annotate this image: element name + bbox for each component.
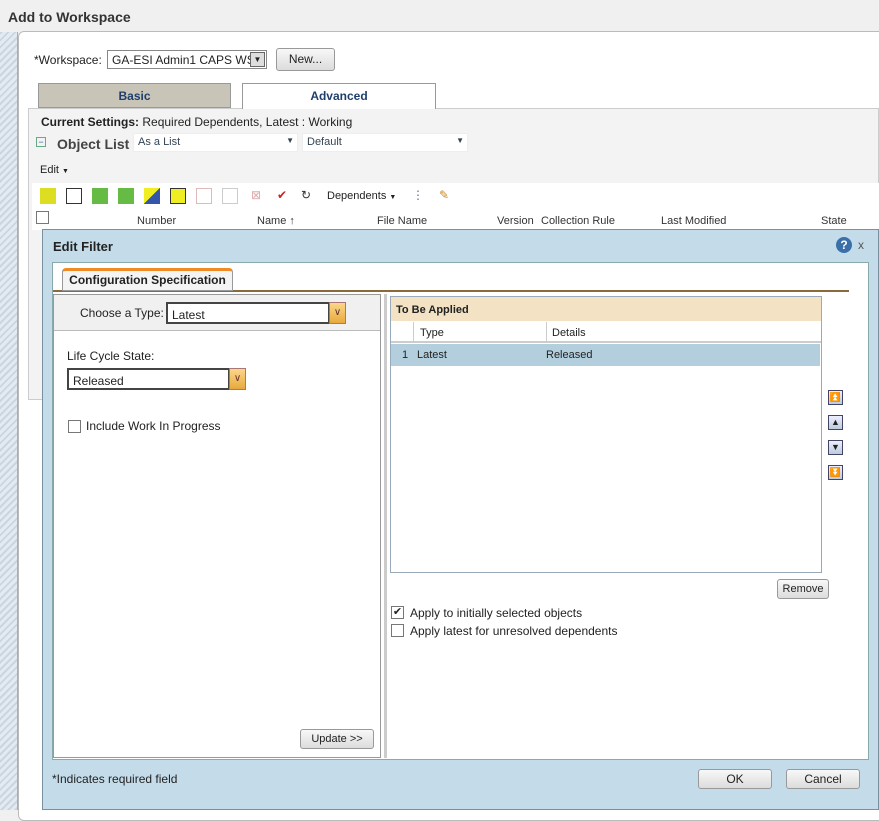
chevron-down-icon[interactable]: ∨ [329, 302, 346, 324]
disabled-icon: ⊠ [250, 188, 262, 202]
required-note: *Indicates required field [52, 772, 178, 786]
column-header[interactable]: State [821, 215, 847, 227]
column-header[interactable]: Version [497, 215, 534, 227]
cancel-button[interactable]: Cancel [786, 769, 860, 789]
ok-button[interactable]: OK [698, 769, 772, 789]
remove-button[interactable]: Remove [777, 579, 829, 599]
chevron-down-icon: ▼ [456, 136, 464, 145]
side-strip [0, 32, 18, 810]
row-index: 1 [402, 349, 409, 361]
tab-configuration-specification[interactable]: Configuration Specification [62, 268, 233, 291]
clear-icon [222, 188, 238, 204]
chevron-down-icon[interactable]: ∨ [229, 368, 246, 390]
chevron-down-icon: ▼ [389, 194, 397, 201]
add-settings-icon[interactable] [40, 188, 56, 204]
chevron-down-icon: ▼ [286, 136, 294, 145]
tab-advanced[interactable]: Advanced [242, 83, 436, 109]
column-divider [413, 322, 414, 343]
column-header[interactable]: File Name [377, 215, 427, 227]
lifecycle-label: Life Cycle State: [67, 349, 155, 363]
chevron-down-icon[interactable]: ▼ [250, 52, 265, 67]
table-row[interactable]: 1 Latest Released [391, 344, 820, 366]
column-header-details[interactable]: Details [552, 327, 586, 339]
edit-menu[interactable]: Edit ▼ [40, 164, 69, 176]
remove-icon [196, 188, 212, 204]
table-view-value: Default [307, 136, 342, 148]
include-wip-checkbox[interactable] [68, 420, 81, 433]
include-wip-label: Include Work In Progress [86, 419, 221, 433]
column-header[interactable]: Collection Rule [541, 215, 615, 227]
column-divider [546, 322, 547, 343]
edit-label: Edit [40, 164, 59, 176]
apply-initial-checkbox[interactable]: ✔ [391, 606, 404, 619]
column-header[interactable]: Last Modified [661, 215, 726, 227]
object-list-title: Object List [57, 136, 130, 152]
apply-latest-label: Apply latest for unresolved dependents [410, 624, 618, 638]
add-table-icon[interactable] [92, 188, 108, 204]
column-header[interactable]: Number [137, 215, 176, 227]
move-top-icon[interactable]: ⏫ [828, 390, 843, 405]
choose-type-select[interactable]: Latest [166, 302, 330, 324]
to-be-applied-title: To Be Applied [391, 297, 821, 321]
current-settings-label: Current Settings: [41, 115, 140, 129]
workspace-label: *Workspace: [34, 53, 102, 67]
dependents-label: Dependents [327, 190, 387, 202]
column-header-type[interactable]: Type [420, 327, 444, 339]
lifecycle-select[interactable]: Released [67, 368, 230, 390]
move-down-icon[interactable]: ▼ [828, 440, 843, 455]
select-all-checkbox[interactable] [36, 211, 49, 224]
view-value: As a List [138, 136, 181, 148]
new-workspace-button[interactable]: New... [276, 48, 335, 71]
move-bottom-icon[interactable]: ⏬ [828, 465, 843, 480]
move-up-icon[interactable]: ▲ [828, 415, 843, 430]
chevron-down-icon: ▼ [62, 168, 69, 175]
check-out-icon[interactable]: ✔ [274, 188, 290, 204]
choose-type-label: Choose a Type: [80, 306, 164, 320]
left-pane [53, 294, 381, 758]
tab-basic[interactable]: Basic [38, 83, 231, 108]
close-button[interactable]: x [858, 238, 864, 252]
workspace-select[interactable]: GA-ESI Admin1 CAPS WS ▼ [107, 50, 267, 69]
row-details: Released [546, 349, 593, 361]
help-icon[interactable]: ? [836, 237, 852, 253]
row-type: Latest [417, 349, 447, 361]
collapse-icon[interactable]: − [36, 137, 46, 147]
view-select[interactable]: As a List ▼ [133, 133, 298, 152]
dependents-menu[interactable]: Dependents ▼ [327, 190, 396, 202]
apply-initial-label: Apply to initially selected objects [410, 606, 583, 620]
add-table-alt-icon[interactable] [118, 188, 134, 204]
tree-icon[interactable]: ⋮ [410, 188, 426, 204]
window-title: Add to Workspace [8, 9, 131, 25]
fill-icon[interactable] [144, 188, 160, 204]
dialog-title: Edit Filter [53, 239, 113, 254]
list-icon[interactable] [170, 188, 186, 204]
edit-tree-icon[interactable]: ✎ [436, 188, 452, 204]
apply-latest-checkbox[interactable] [391, 624, 404, 637]
add-structure-icon[interactable] [66, 188, 82, 204]
update-button[interactable]: Update >> [300, 729, 374, 749]
table-view-select[interactable]: Default ▼ [302, 133, 468, 152]
current-settings-value: Required Dependents, Latest : Working [142, 115, 353, 129]
splitter[interactable] [384, 294, 387, 758]
column-header[interactable]: Name ↑ [257, 215, 295, 227]
refresh-icon[interactable]: ↻ [298, 188, 314, 204]
table-header [391, 322, 821, 343]
workspace-value: GA-ESI Admin1 CAPS WS [112, 53, 255, 67]
